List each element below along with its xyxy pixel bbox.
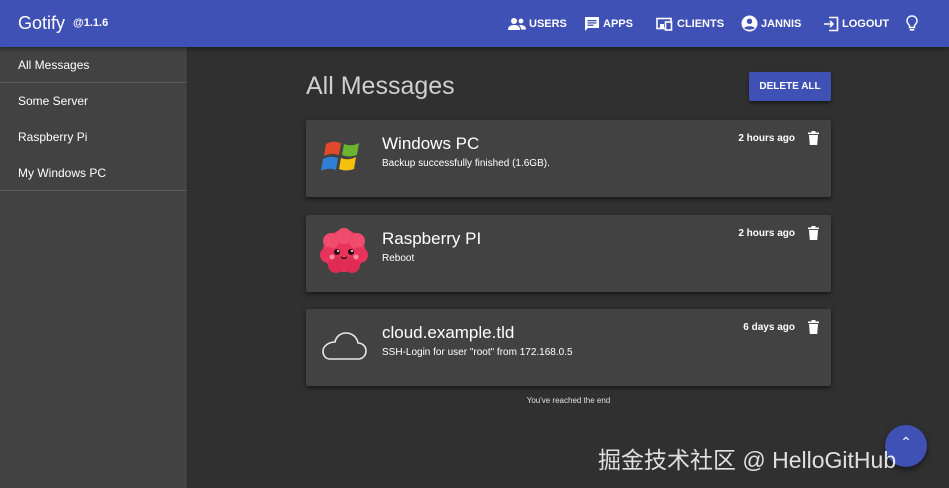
nav-logout-label: LOGOUT (842, 17, 890, 30)
lightbulb-icon (906, 15, 918, 31)
watermark: 掘金技术社区 @ HelloGitHub (598, 447, 897, 473)
windows-logo-icon (321, 141, 359, 171)
message-body: Backup successfully finished (1.6GB). (382, 158, 550, 169)
nav-user-label: JANNIS (761, 17, 802, 30)
nav-users-button[interactable]: USERS (508, 0, 567, 47)
end-of-list-text: You've reached the end (526, 396, 611, 405)
sidebar-item-all-messages[interactable]: All Messages (0, 47, 187, 83)
cloud-icon (322, 332, 367, 360)
message-title: Raspberry PI (382, 229, 482, 248)
theme-toggle-button[interactable] (906, 0, 921, 47)
message-time: 2 hours ago (738, 133, 795, 144)
sidebar: All Messages Some Server Raspberry Pi My… (0, 47, 188, 488)
sidebar-item-my-windows-pc[interactable]: My Windows PC (0, 155, 187, 191)
users-icon (508, 17, 526, 30)
nav-user-button[interactable]: JANNIS (741, 0, 801, 47)
account-circle-icon (741, 15, 758, 32)
message-title: cloud.example.tld (382, 323, 515, 342)
app-title[interactable]: Gotify (18, 13, 65, 34)
message-time: 2 hours ago (738, 228, 795, 239)
message-card: Windows PC Backup successfully finished … (306, 120, 831, 197)
message-body: SSH-Login for user "root" from 172.168.0… (382, 347, 573, 358)
chat-icon (585, 16, 599, 31)
nav-clients-button[interactable]: CLIENTS (656, 0, 724, 47)
app-version: @1.1.6 (73, 17, 109, 29)
nav-logout-button[interactable]: LOGOUT (823, 0, 889, 47)
devices-icon (656, 17, 673, 31)
message-card: Raspberry PI Reboot 2 hours ago (306, 215, 831, 292)
sidebar-item-some-server[interactable]: Some Server (0, 83, 187, 119)
raspberry-icon (320, 228, 368, 273)
app-bar: Gotify @1.1.6 USERS APPS CLIENTS JANNIS … (0, 0, 949, 47)
delete-all-button[interactable]: DELETE ALL (749, 72, 831, 101)
sidebar-item-raspberry-pi[interactable]: Raspberry Pi (0, 119, 187, 155)
message-title: Windows PC (382, 134, 480, 153)
trash-icon[interactable] (808, 226, 819, 240)
message-body: Reboot (382, 253, 415, 264)
nav-apps-label: APPS (603, 17, 633, 30)
nav-apps-button[interactable]: APPS (584, 0, 633, 47)
message-time: 6 days ago (743, 322, 795, 333)
nav-clients-label: CLIENTS (677, 17, 725, 30)
page-title: All Messages (306, 72, 455, 100)
exit-icon (824, 16, 839, 31)
trash-icon[interactable] (808, 131, 819, 145)
nav-users-label: USERS (529, 17, 567, 30)
trash-icon[interactable] (808, 320, 819, 334)
message-card: cloud.example.tld SSH-Login for user "ro… (306, 309, 831, 386)
